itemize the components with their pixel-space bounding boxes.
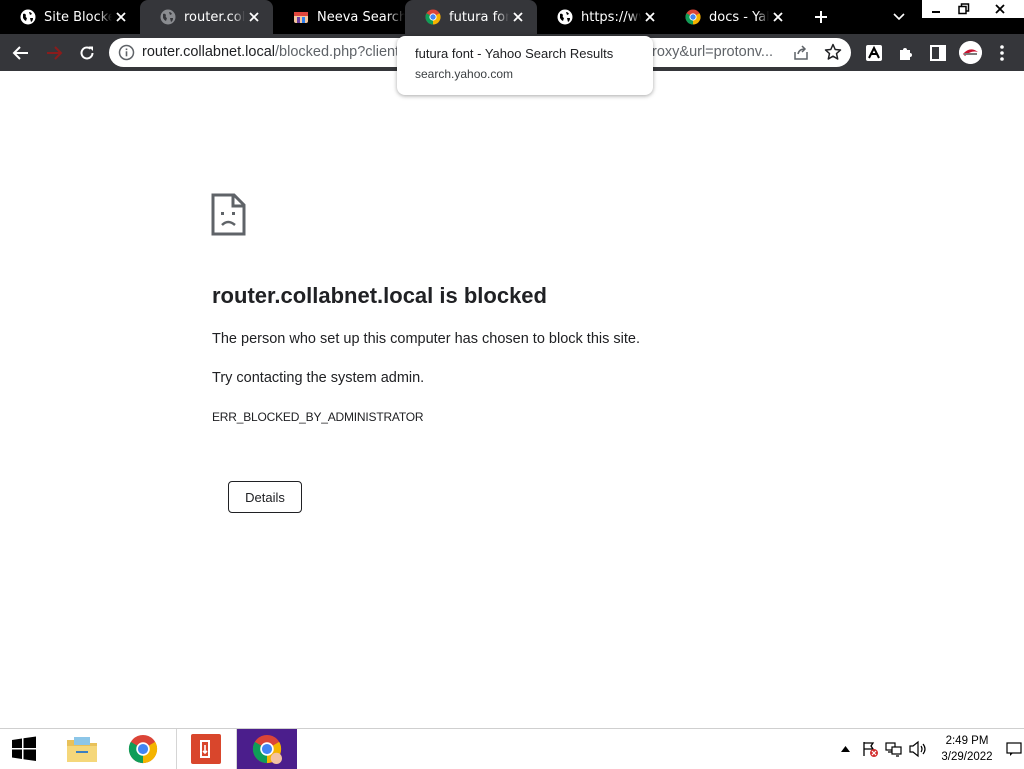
sad-page-icon [211,193,246,236]
taskbar-divider [176,729,177,769]
notifications-icon[interactable] [1006,739,1022,759]
menu-kebab-icon[interactable] [990,41,1014,65]
hover-card-domain: search.yahoo.com [415,67,514,81]
acrobat-taskbar-icon[interactable] [178,729,234,769]
url-path: /blocked.php?clienta [275,44,408,60]
network-icon[interactable] [884,739,904,759]
tab-title: futura font - Yahoo Search Results [449,9,509,25]
volume-icon[interactable] [907,739,929,759]
close-tab-icon[interactable] [112,8,130,26]
taskbar-clock[interactable]: 2:49 PM 3/29/2022 [932,733,1002,765]
close-tab-icon[interactable] [641,8,659,26]
chrome-icon [685,9,701,25]
tab-router[interactable]: router.collabnet.local [140,0,273,34]
tab-search-chevron-icon[interactable] [889,8,909,26]
minimize-button[interactable] [922,0,950,18]
error-page: router.collabnet.local is blocked The pe… [0,71,1024,728]
close-window-button[interactable] [976,0,1024,18]
tab-https-www[interactable]: https://www. [537,0,669,34]
url-text: router.collabnet.local/blocked.php?clien… [142,44,407,60]
neeva-icon [293,9,309,25]
show-hidden-icons-chevron-icon[interactable] [838,739,852,759]
back-button[interactable] [9,41,33,65]
windows-logo-icon [12,736,36,761]
tab-strip: Site Blocked router.collabnet.local Neev… [0,0,1024,34]
clock-date: 3/29/2022 [941,751,993,763]
reload-button[interactable] [75,41,99,65]
site-info-icon[interactable] [118,44,135,61]
tab-title: https://www. [581,9,641,25]
clock-time: 2:49 PM [945,735,989,747]
profile-avatar[interactable] [959,41,982,64]
contact-admin-text: Try contacting the system admin. [212,370,425,386]
file-explorer-taskbar-icon[interactable] [54,729,110,769]
tab-title: docs - Yahoo Search [709,9,769,25]
error-code: ERR_BLOCKED_BY_ADMINISTRATOR [212,410,424,424]
url-tail: roxy&url=protonv... [652,44,774,60]
globe-grey-icon [160,9,176,25]
side-panel-icon[interactable] [926,41,950,65]
chrome-icon [425,9,441,25]
chrome-taskbar-icon[interactable] [114,729,172,769]
bookmark-star-icon[interactable] [824,43,842,61]
globe-icon [557,9,573,25]
restore-button[interactable] [950,0,978,18]
details-button[interactable]: Details [228,481,302,513]
url-host: router.collabnet.local [142,44,275,60]
windows-taskbar: 2:49 PM 3/29/2022 [0,728,1024,769]
tab-docs-yahoo[interactable]: docs - Yahoo Search [665,0,797,34]
action-center-flag-icon[interactable] [860,739,880,759]
hover-card-title: futura font - Yahoo Search Results [415,46,614,61]
close-tab-icon[interactable] [509,8,527,26]
share-icon[interactable] [792,44,810,62]
chrome-active-taskbar-icon[interactable] [237,729,297,769]
forward-button[interactable] [42,41,66,65]
tab-title: Neeva Search [317,9,405,25]
page-title: router.collabnet.local is blocked [212,283,547,308]
extensions-puzzle-icon[interactable] [894,41,918,65]
tab-hover-card: futura font - Yahoo Search Results searc… [397,36,653,95]
close-tab-icon[interactable] [769,8,787,26]
block-message: The person who set up this computer has … [212,331,640,347]
close-tab-icon[interactable] [245,8,263,26]
tab-title: router.collabnet.local [184,9,245,25]
tab-site-blocked[interactable]: Site Blocked [0,0,140,34]
start-button[interactable] [0,729,48,769]
tab-title: Site Blocked [44,9,112,25]
globe-icon [20,9,36,25]
new-tab-button[interactable] [810,6,832,28]
tab-neeva[interactable]: Neeva Search [273,0,405,34]
tab-futura-font[interactable]: futura font - Yahoo Search Results [405,0,537,34]
acrobat-extension-icon[interactable] [862,41,886,65]
